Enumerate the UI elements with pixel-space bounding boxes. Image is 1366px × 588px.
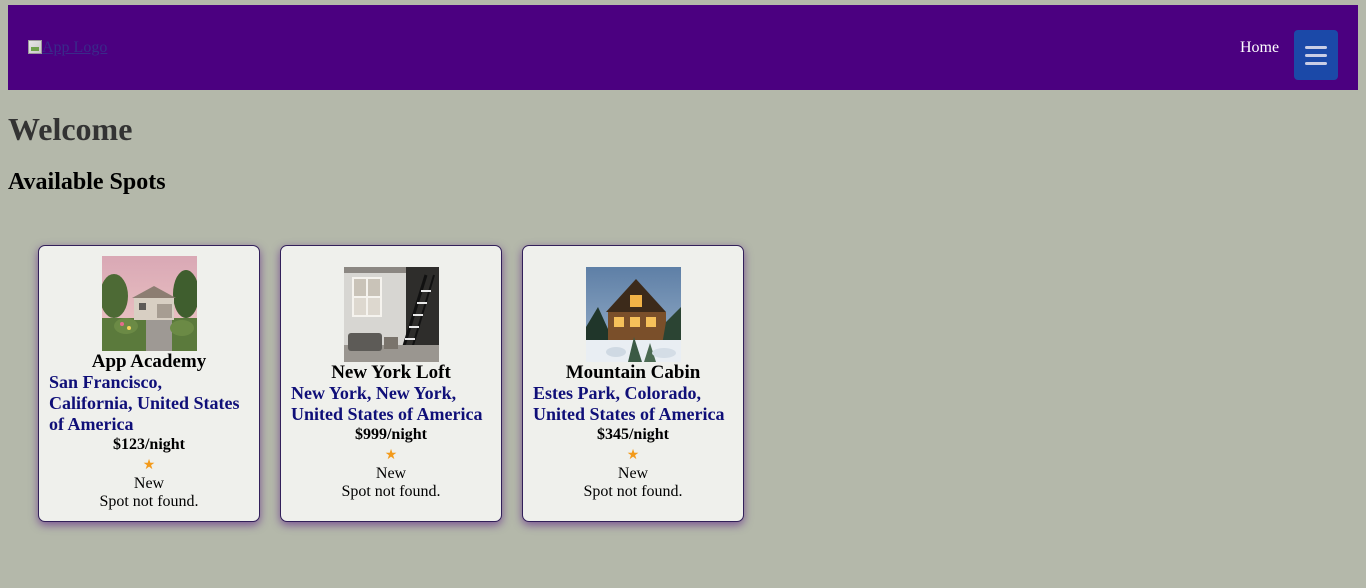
spot-price: $999/night	[354, 425, 427, 443]
spot-status: Spot not found.	[99, 493, 199, 510]
spot-rating: New	[133, 475, 165, 492]
spot-list: App Academy San Francisco, California, U…	[38, 245, 744, 522]
spot-location: New York, New York, United States of Ame…	[291, 382, 483, 424]
star-icon: ★	[142, 457, 156, 473]
hamburger-menu-icon	[1305, 53, 1327, 57]
spot-status: Spot not found.	[583, 482, 683, 500]
spot-location: Estes Park, Colorado, United States of A…	[533, 382, 725, 424]
spot-image	[343, 266, 439, 362]
spot-status: Spot not found.	[341, 482, 441, 500]
spot-rating: New	[375, 464, 407, 482]
spot-name: Mountain Cabin	[565, 361, 701, 383]
spot-card[interactable]: Mountain Cabin Estes Park, Colorado, Uni…	[522, 245, 744, 522]
spot-card[interactable]: New York Loft New York, New York, United…	[280, 245, 502, 522]
spot-rating: New	[617, 464, 649, 482]
spot-name: App Academy	[91, 351, 207, 372]
spot-image	[585, 266, 681, 362]
spot-location: San Francisco, California, United States…	[49, 372, 240, 434]
section-title: Available Spots	[8, 169, 166, 195]
star-icon: ★	[626, 446, 640, 463]
app-logo-link[interactable]: App Logo	[28, 39, 107, 57]
hamburger-menu-icon	[1305, 61, 1327, 65]
top-navbar: App Logo Home	[8, 5, 1358, 90]
home-link[interactable]: Home	[1240, 39, 1279, 57]
menu-button[interactable]	[1294, 30, 1338, 80]
spot-card[interactable]: App Academy San Francisco, California, U…	[38, 245, 260, 522]
spot-name: New York Loft	[331, 361, 451, 383]
app-logo-alt-text: App Logo	[42, 39, 108, 56]
spot-price: $123/night	[112, 436, 185, 453]
spot-price: $345/night	[596, 425, 669, 443]
star-icon: ★	[384, 446, 398, 463]
broken-image-icon	[28, 40, 42, 54]
page-title: Welcome	[8, 111, 133, 147]
spot-image	[101, 256, 197, 351]
hamburger-menu-icon	[1305, 45, 1327, 49]
